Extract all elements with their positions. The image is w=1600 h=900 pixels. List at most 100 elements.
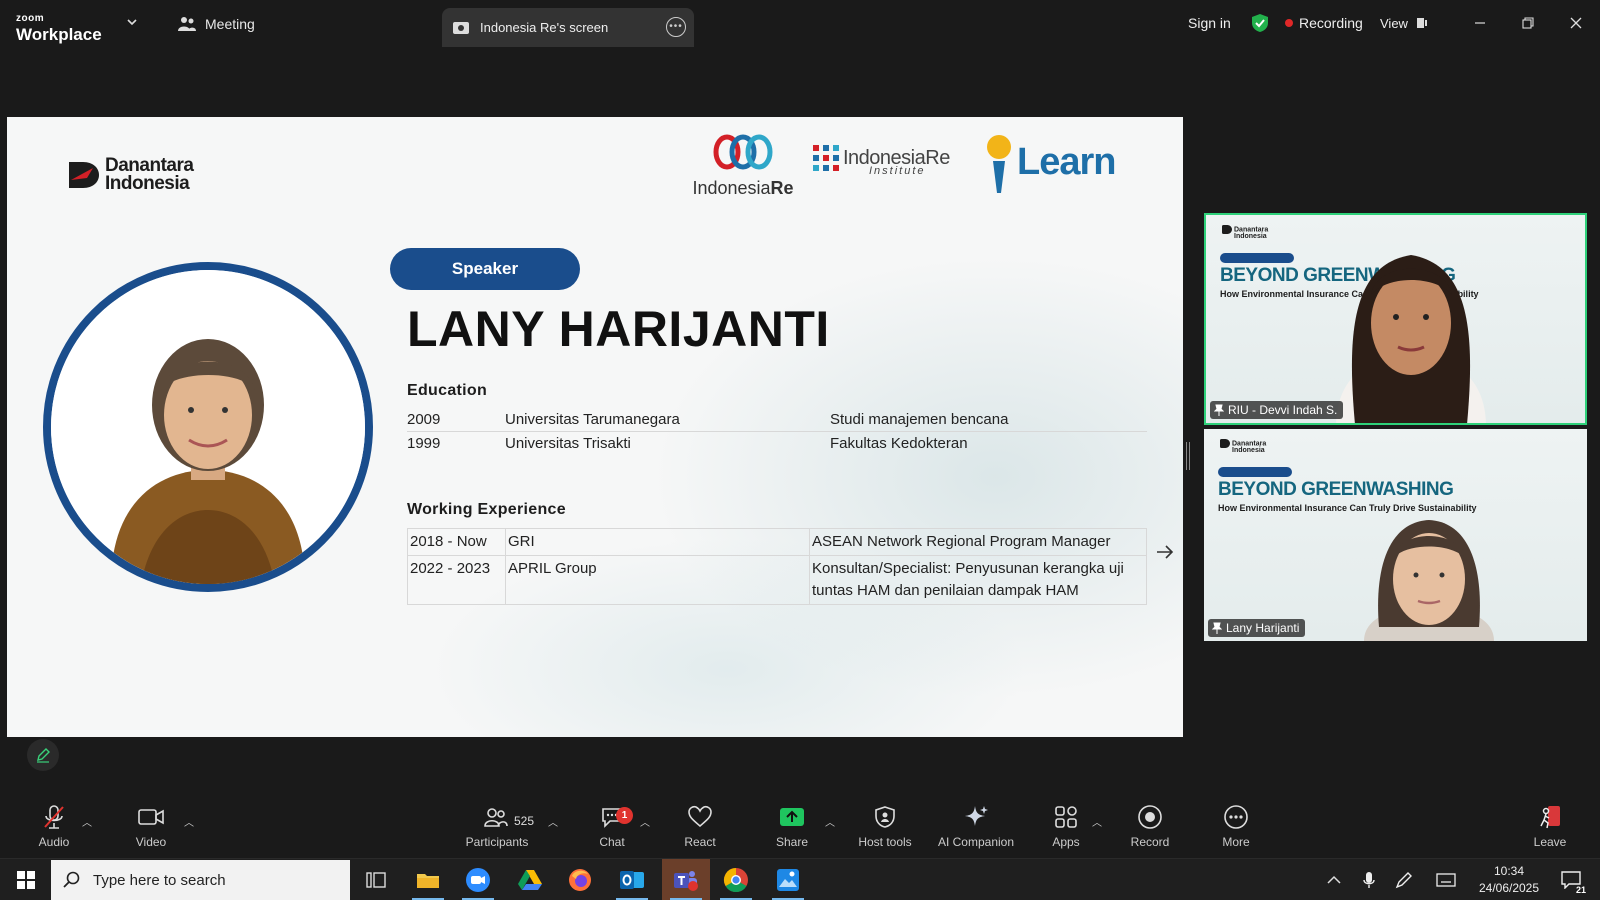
participants-icon bbox=[484, 808, 508, 827]
tab-meeting[interactable]: Meeting bbox=[178, 14, 255, 34]
view-button[interactable]: View bbox=[1380, 12, 1428, 34]
sign-in-button[interactable]: Sign in bbox=[1188, 12, 1231, 34]
more-options-icon[interactable]: ••• bbox=[666, 17, 686, 37]
video-camera-icon bbox=[138, 809, 164, 825]
zoom-workplace-logo[interactable]: zoom Workplace bbox=[16, 9, 102, 44]
participant-name-tag: Lany Harijanti bbox=[1208, 619, 1306, 637]
minimize-icon[interactable] bbox=[1468, 12, 1492, 34]
people-icon bbox=[178, 17, 196, 31]
participant-count: 525 bbox=[514, 814, 535, 828]
leave-door-icon bbox=[1540, 806, 1560, 829]
danantara-logo: Danantara Indonesia bbox=[67, 156, 194, 195]
institute-subtitle: Institute bbox=[869, 165, 926, 177]
work-period: 2022 - 2023 bbox=[407, 555, 506, 605]
ai-companion-button[interactable]: AI Companion bbox=[934, 800, 1018, 858]
work-org: GRI bbox=[505, 528, 810, 556]
leave-button[interactable]: Leave bbox=[1530, 800, 1570, 858]
participants-button[interactable]: Participants bbox=[462, 800, 532, 858]
brand-top: zoom bbox=[16, 13, 45, 24]
record-button[interactable]: Record bbox=[1128, 800, 1172, 858]
share-button[interactable]: Share bbox=[772, 800, 812, 858]
view-label: View bbox=[1380, 15, 1408, 31]
learn-text: Learn bbox=[1017, 141, 1116, 183]
encryption-shield-icon[interactable] bbox=[1251, 12, 1269, 34]
more-button[interactable]: More bbox=[1218, 800, 1254, 858]
arrow-right-icon[interactable] bbox=[1155, 544, 1175, 560]
participants-options-chevron-icon[interactable]: ︿ bbox=[548, 814, 558, 829]
notification-center-icon[interactable]: 21 bbox=[1554, 859, 1588, 900]
apps-options-chevron-icon[interactable]: ︿ bbox=[1092, 814, 1102, 829]
pen-tray-icon[interactable] bbox=[1392, 859, 1416, 900]
tile-webinar-subtitle: How Environmental Insurance Can Truly Dr… bbox=[1218, 503, 1477, 513]
search-placeholder: Type here to search bbox=[93, 871, 226, 889]
audio-options-chevron-icon[interactable]: ︿ bbox=[82, 814, 92, 829]
google-drive-icon[interactable] bbox=[506, 859, 554, 900]
table-row: 2018 - Now GRI ASEAN Network Regional Pr… bbox=[407, 528, 1147, 556]
indonesia-re-text-b: Re bbox=[770, 178, 794, 198]
apps-button[interactable]: Apps bbox=[1048, 800, 1084, 858]
danantara-line2: Indonesia bbox=[105, 173, 190, 195]
panel-resize-handle[interactable] bbox=[1186, 442, 1190, 470]
indonesia-re-text-a: Indonesia bbox=[692, 178, 771, 198]
outlook-icon[interactable] bbox=[608, 859, 656, 900]
notification-count: 21 bbox=[1575, 885, 1586, 895]
participant-name-tag: RIU - Devvi Indah S. bbox=[1210, 401, 1344, 419]
work-role: ASEAN Network Regional Program Manager bbox=[809, 528, 1147, 556]
title-bar: zoom Workplace Meeting Indonesia Re's sc… bbox=[0, 0, 1600, 47]
firefox-icon[interactable] bbox=[556, 859, 604, 900]
close-icon[interactable] bbox=[1564, 12, 1588, 34]
tab-shared-screen[interactable]: Indonesia Re's screen ••• bbox=[442, 8, 694, 47]
chrome-icon[interactable] bbox=[712, 859, 760, 900]
tile-logo-line2: Indonesia bbox=[1234, 233, 1267, 240]
speaker-photo bbox=[43, 262, 373, 592]
share-label: Share bbox=[775, 835, 809, 849]
clock-date: 24/06/2025 bbox=[1478, 881, 1540, 895]
chat-options-chevron-icon[interactable]: ︿ bbox=[640, 814, 650, 829]
heart-icon bbox=[688, 805, 712, 828]
screen-share-icon bbox=[453, 21, 469, 34]
education-school: Universitas Tarumanegara bbox=[505, 411, 680, 428]
video-options-chevron-icon[interactable]: ︿ bbox=[184, 814, 194, 829]
tile-webinar-pill bbox=[1220, 253, 1294, 263]
teams-icon[interactable] bbox=[662, 859, 710, 900]
participant-video bbox=[1364, 520, 1494, 641]
work-org: APRIL Group bbox=[505, 555, 810, 605]
restore-icon[interactable] bbox=[1516, 12, 1540, 34]
video-tile-active-speaker[interactable]: Danantara Indonesia BEYOND GREENWASHING H… bbox=[1204, 213, 1587, 425]
file-explorer-icon[interactable] bbox=[404, 859, 452, 900]
task-view-icon[interactable] bbox=[352, 859, 400, 900]
tile-webinar-title: BEYOND GREENWASHING bbox=[1218, 479, 1454, 500]
host-tools-button[interactable]: Host tools bbox=[856, 800, 914, 858]
speaker-name: LANY HARIJANTI bbox=[407, 301, 830, 357]
windows-start-icon[interactable] bbox=[17, 871, 35, 889]
education-row: 1999 Universitas Trisakti Fakultas Kedok… bbox=[407, 433, 1147, 456]
audio-button[interactable]: Audio bbox=[36, 800, 72, 858]
react-button[interactable]: React bbox=[680, 800, 720, 858]
tile-webinar-pill bbox=[1218, 467, 1292, 477]
speaker-label-pill: Speaker bbox=[390, 248, 580, 290]
video-button[interactable]: Video bbox=[132, 800, 170, 858]
taskbar-search-box[interactable]: Type here to search bbox=[51, 860, 350, 900]
record-label: Record bbox=[1130, 835, 1170, 849]
microphone-tray-icon[interactable] bbox=[1358, 859, 1380, 900]
education-field: Fakultas Kedokteran bbox=[830, 435, 968, 452]
show-hidden-icons-chevron-icon[interactable] bbox=[1322, 859, 1346, 900]
pin-icon bbox=[1212, 622, 1222, 634]
video-tile[interactable]: Danantara Indonesia BEYOND GREENWASHING H… bbox=[1204, 429, 1587, 641]
zoom-app-icon[interactable] bbox=[454, 859, 502, 900]
chevron-down-icon[interactable] bbox=[126, 16, 138, 28]
shared-screen-slide: Danantara Indonesia IndonesiaRe Indonesi… bbox=[7, 117, 1183, 737]
system-clock[interactable]: 10:34 24/06/2025 bbox=[1474, 863, 1544, 897]
host-tools-label: Host tools bbox=[858, 835, 912, 849]
participant-video bbox=[1336, 255, 1486, 423]
touch-keyboard-icon[interactable] bbox=[1434, 859, 1458, 900]
recording-dot-icon bbox=[1285, 19, 1293, 27]
annotate-pencil-icon[interactable] bbox=[27, 739, 59, 771]
windows-taskbar: Type here to search 10:34 24/06/2025 21 bbox=[0, 858, 1600, 900]
share-options-chevron-icon[interactable]: ︿ bbox=[825, 814, 835, 829]
work-experience-heading: Working Experience bbox=[407, 501, 566, 518]
photos-app-icon[interactable] bbox=[764, 859, 812, 900]
participants-label: Participants bbox=[465, 835, 529, 849]
recording-indicator[interactable]: Recording bbox=[1285, 12, 1363, 34]
work-experience-table: 2018 - Now GRI ASEAN Network Regional Pr… bbox=[407, 528, 1147, 605]
